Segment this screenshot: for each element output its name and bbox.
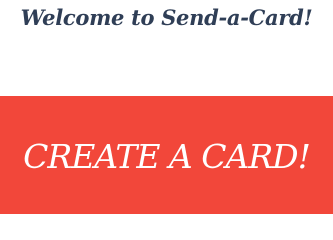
- create-card-button[interactable]: CREATE A CARD!: [0, 96, 333, 214]
- welcome-heading: Welcome to Send-a-Card!: [20, 5, 313, 30]
- page: Welcome to Send-a-Card! CREATE A CARD!: [0, 0, 333, 222]
- create-card-button-label: CREATE A CARD!: [23, 137, 311, 176]
